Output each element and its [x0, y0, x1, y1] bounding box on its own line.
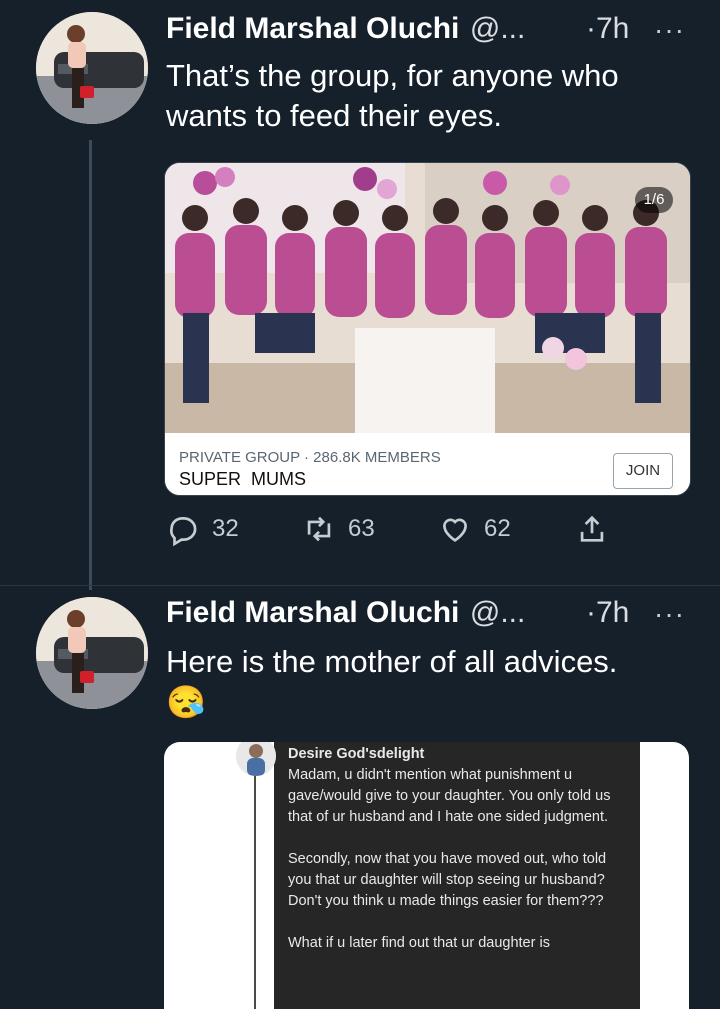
like-count: 62: [484, 515, 511, 542]
comment-paragraph: What if u later find out that ur daughte…: [288, 935, 550, 951]
card-footer: PRIVATE GROUP · 286.8K MEMBERS SUPER MUM…: [165, 433, 690, 495]
divider: [0, 585, 720, 586]
more-options-icon[interactable]: ···: [654, 598, 685, 630]
more-options-icon[interactable]: ···: [654, 14, 685, 46]
tweet-timestamp[interactable]: ·7h: [586, 12, 629, 46]
comment-panel: Desire God'sdelight Madam, u didn't ment…: [236, 742, 640, 1009]
commenter-avatar: [236, 742, 276, 776]
avatar[interactable]: [36, 12, 148, 124]
retweet-icon: [307, 516, 331, 542]
group-card[interactable]: 1/6 PRIVATE GROUP · 286.8K MEMBERS SUPER…: [164, 162, 691, 496]
tweet-text: Here is the mother of all advices.: [166, 644, 618, 679]
join-button[interactable]: JOIN: [613, 453, 673, 489]
comment-screenshot[interactable]: Desire God'sdelight Madam, u didn't ment…: [164, 742, 689, 1009]
tweet-text: That’s the group, for anyone who wants t…: [166, 58, 619, 133]
comment-paragraph: Madam, u didn't mention what punishment …: [288, 767, 611, 825]
reply-button[interactable]: 32: [166, 512, 239, 546]
like-button[interactable]: 62: [438, 512, 511, 546]
author-name[interactable]: Field Marshal Oluchi: [166, 596, 459, 629]
card-subtitle: PRIVATE GROUP · 286.8K MEMBERS: [179, 449, 441, 466]
retweet-count: 63: [348, 515, 375, 542]
avatar[interactable]: [36, 597, 148, 709]
comment-paragraph: Secondly, now that you have moved out, w…: [288, 851, 607, 909]
card-title: SUPER MUMS: [179, 469, 307, 489]
retweet-button[interactable]: 63: [302, 512, 375, 546]
image-counter: 1/6: [635, 187, 673, 213]
author-handle[interactable]: @...: [470, 12, 525, 45]
card-image[interactable]: [165, 163, 690, 433]
author-name[interactable]: Field Marshal Oluchi: [166, 12, 459, 45]
thread-connector: [254, 776, 256, 1009]
sleepy-face-emoji: 😪: [166, 684, 206, 720]
share-icon: [580, 515, 604, 542]
heart-icon: [443, 518, 467, 542]
comment-author: Desire God'sdelight: [288, 746, 425, 762]
share-button[interactable]: [575, 512, 609, 546]
thread-line: [89, 140, 92, 590]
author-handle[interactable]: @...: [470, 596, 525, 629]
reply-icon: [170, 517, 197, 546]
reply-count: 32: [212, 515, 239, 542]
tweet-timestamp[interactable]: ·7h: [586, 596, 629, 630]
